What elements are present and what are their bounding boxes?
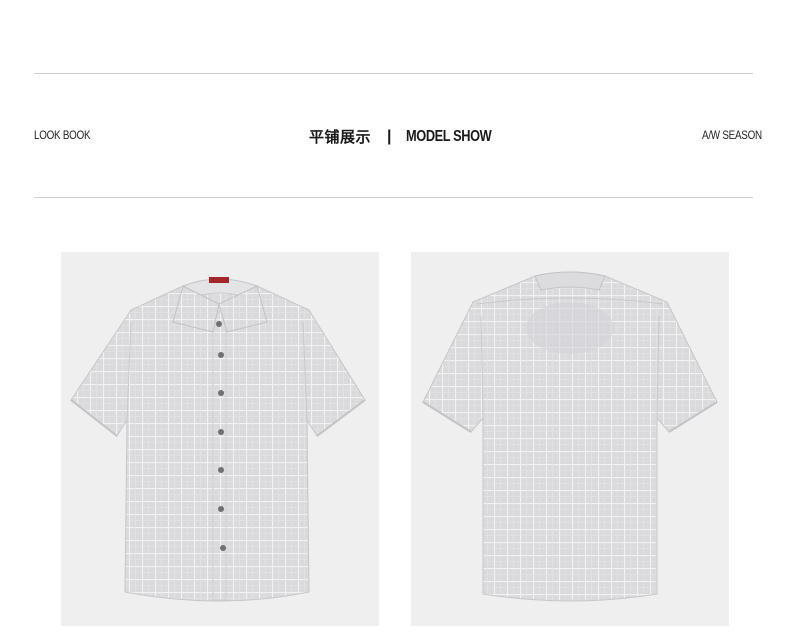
product-image-back[interactable] [411, 252, 729, 626]
look-book-label: LOOK BOOK [34, 128, 91, 142]
top-divider [34, 73, 753, 74]
section-title: 平铺展示 | MODEL SHOW [309, 126, 512, 147]
bottom-divider [34, 197, 753, 198]
section-title-cn: 平铺展示 [309, 128, 372, 146]
season-label: A/W SEASON [702, 128, 762, 142]
shirt-back-icon [422, 271, 718, 602]
shirt-front-icon [70, 277, 366, 602]
title-separator: | [387, 127, 392, 145]
product-image-front[interactable] [61, 252, 379, 626]
section-title-en: MODEL SHOW [405, 127, 492, 145]
